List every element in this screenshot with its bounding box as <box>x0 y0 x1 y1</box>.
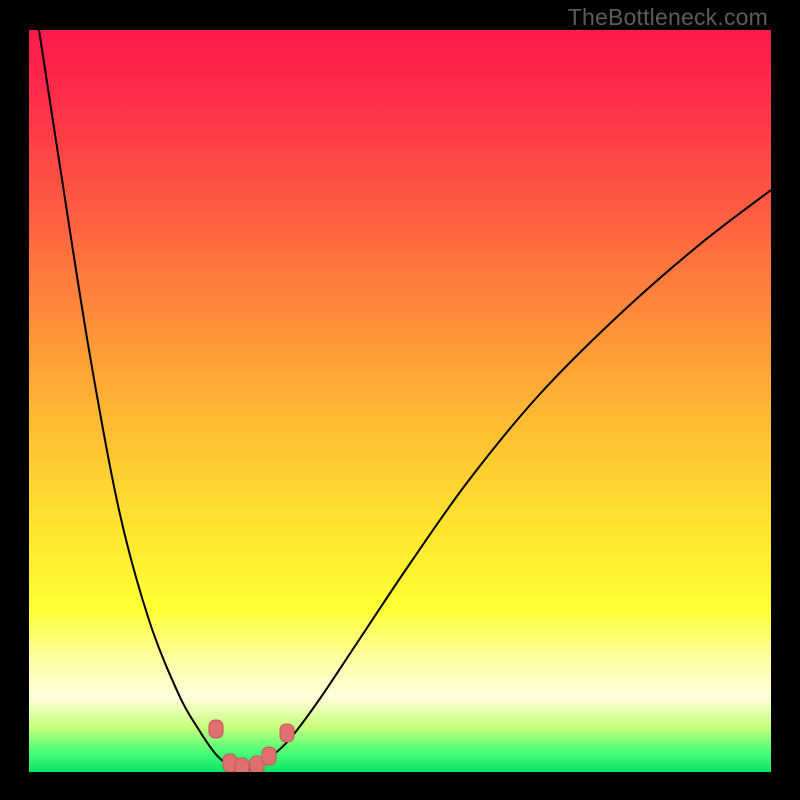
curve-marker-2 <box>235 758 249 772</box>
bottleneck-curve-svg <box>29 30 771 772</box>
curve-marker-0 <box>209 720 223 738</box>
curve-marker-4 <box>262 747 276 765</box>
chart-plot-area <box>29 30 771 772</box>
watermark-text: TheBottleneck.com <box>568 4 768 31</box>
curve-marker-5 <box>280 724 294 742</box>
bottleneck-curve-path <box>39 30 771 770</box>
marker-group <box>209 720 294 772</box>
